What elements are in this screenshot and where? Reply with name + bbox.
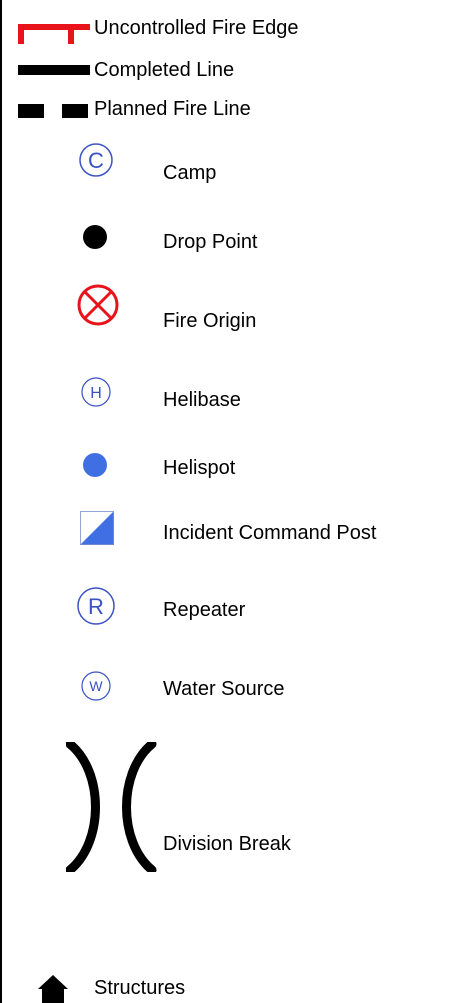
- uncontrolled-fire-edge-icon: [18, 24, 90, 46]
- completed-line-icon: [18, 65, 90, 75]
- repeater-label: Repeater: [163, 599, 246, 621]
- drop-point-label: Drop Point: [163, 231, 258, 253]
- helibase-icon: H: [80, 376, 112, 408]
- camp-icon: C: [78, 142, 114, 178]
- house-icon: [38, 975, 68, 1003]
- camp-label: Camp: [163, 162, 217, 184]
- svg-text:R: R: [88, 594, 104, 619]
- svg-text:H: H: [90, 385, 102, 402]
- helibase-label: Helibase: [163, 389, 241, 411]
- svg-text:W: W: [89, 678, 103, 694]
- division-break-icon: [66, 742, 158, 872]
- repeater-icon: R: [76, 586, 116, 626]
- incident-command-post-icon: [80, 511, 114, 545]
- legend-left-border: [0, 0, 2, 1003]
- fire-origin-label: Fire Origin: [163, 310, 257, 332]
- fire-origin-icon: [76, 283, 120, 327]
- structures-label: Structures: [94, 977, 186, 999]
- division-break-label: Division Break: [163, 833, 291, 855]
- completed-line-label: Completed Line: [94, 59, 235, 81]
- drop-point-icon: [80, 222, 110, 252]
- helispot-label: Helispot: [163, 457, 236, 479]
- uncontrolled-fire-edge-label: Uncontrolled Fire Edge: [94, 17, 299, 39]
- water-source-label: Water Source: [163, 678, 285, 700]
- incident-command-post-label: Incident Command Post: [163, 522, 377, 544]
- helispot-icon: [80, 450, 110, 480]
- planned-fire-line-label: Planned Fire Line: [94, 98, 251, 120]
- svg-text:C: C: [88, 148, 104, 173]
- planned-fire-line-icon: [18, 104, 90, 118]
- water-source-icon: W: [80, 670, 112, 702]
